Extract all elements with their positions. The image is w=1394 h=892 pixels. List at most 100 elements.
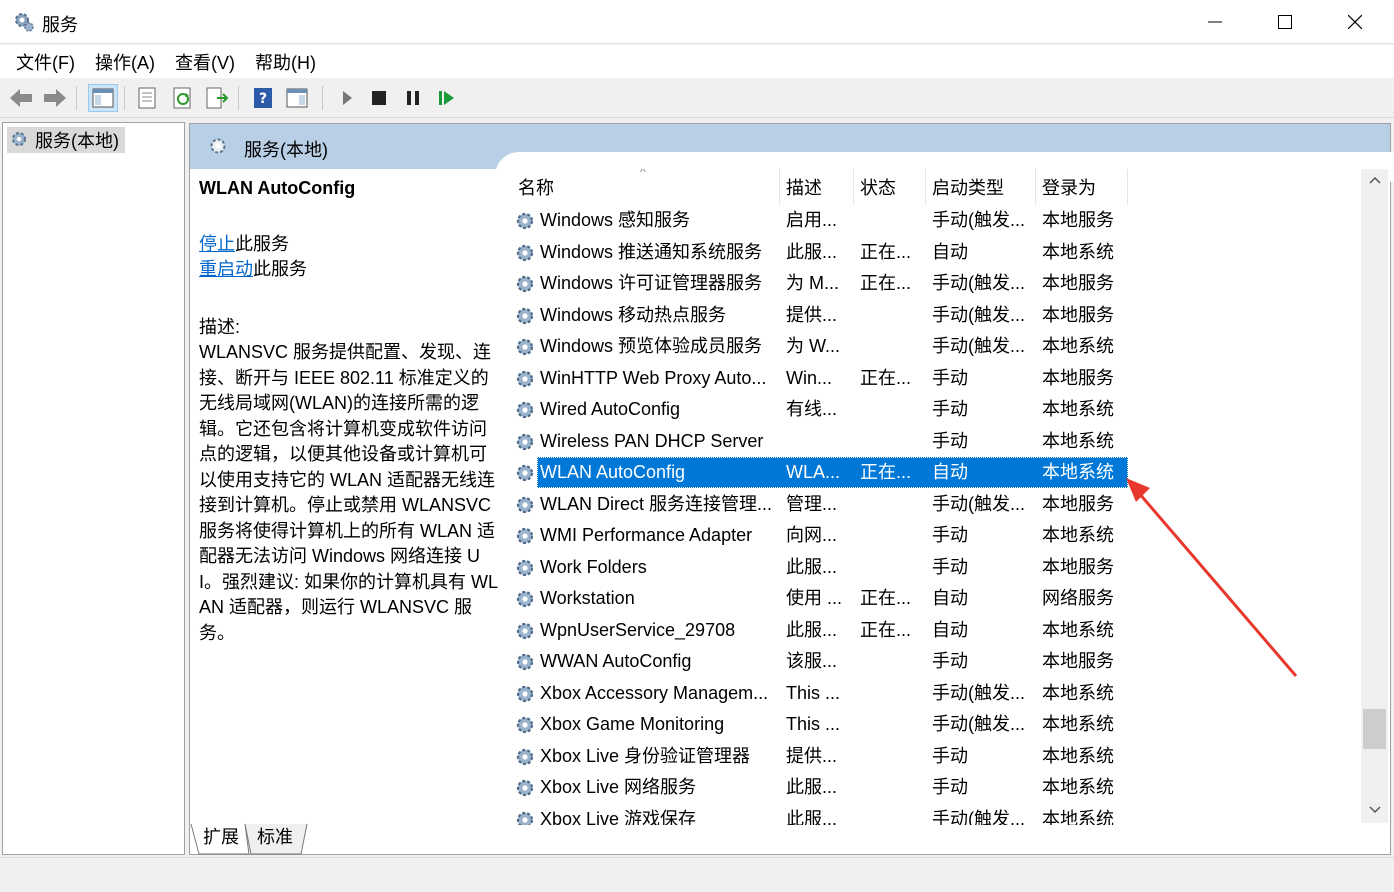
column-header-name[interactable]: 名称 ^	[512, 169, 780, 205]
description-label: 描述:	[199, 316, 241, 337]
service-gear-icon	[514, 305, 536, 332]
back-icon[interactable]	[6, 84, 36, 112]
service-gear-icon	[514, 777, 536, 804]
service-row[interactable]: Windows 推送通知系统服务 此服... 正在... 自动 本地系统	[512, 237, 1372, 268]
service-row[interactable]: Xbox Game Monitoring This ... 手动(触发... 本地系统	[512, 709, 1372, 740]
service-startup-cell: 手动	[932, 556, 968, 577]
service-desc-cell: Win...	[786, 367, 833, 388]
service-desc-cell: 该服...	[786, 651, 838, 671]
window-title: 服务	[42, 15, 78, 35]
help-icon[interactable]: ?	[248, 84, 278, 112]
gear-icon	[10, 130, 30, 155]
service-row[interactable]: Xbox Live 游戏保存 此服... 手动(触发... 本地系统	[512, 804, 1372, 826]
service-startup-cell: 手动(触发...	[932, 808, 1025, 826]
minimize-button[interactable]	[1180, 0, 1250, 44]
column-header-logon-as[interactable]: 登录为	[1036, 169, 1128, 205]
service-desc-cell: 使用 ...	[786, 588, 843, 608]
service-status-cell	[860, 331, 922, 362]
stop-service-icon[interactable]	[364, 84, 394, 112]
console-tree: 服务(本地)	[2, 122, 185, 855]
scroll-up-icon[interactable]	[1361, 169, 1388, 191]
service-status-cell	[860, 552, 922, 583]
service-startup-cell: 自动	[932, 619, 968, 640]
service-gear-icon	[514, 210, 536, 237]
service-row[interactable]: Windows 预览体验成员服务 为 W... 手动(触发... 本地系统	[512, 331, 1372, 362]
service-logon-cell: 本地系统	[1042, 430, 1114, 451]
service-logon-cell: 本地系统	[1042, 808, 1114, 826]
tree-item-services-local[interactable]: 服务(本地)	[7, 127, 125, 153]
service-logon-cell: 本地系统	[1042, 619, 1114, 640]
column-header-startup-type[interactable]: 启动类型	[926, 169, 1036, 205]
stop-service-link[interactable]: 停止	[199, 234, 235, 254]
service-status-cell	[860, 520, 922, 551]
restart-service-link[interactable]: 重启动	[199, 259, 253, 279]
menu-file[interactable]: 文件(F)	[8, 49, 83, 75]
service-status-cell	[860, 394, 922, 425]
service-name-cell: WMI Performance Adapter	[540, 525, 753, 545]
service-logon-cell: 本地系统	[1042, 399, 1114, 419]
service-startup-cell: 手动	[932, 430, 968, 451]
service-row[interactable]: Windows 许可证管理器服务 为 M... 正在... 手动(触发... 本地服务	[512, 268, 1372, 299]
menu-help[interactable]: 帮助(H)	[247, 49, 324, 75]
service-startup-cell: 手动(触发...	[932, 273, 1025, 293]
service-gear-icon	[514, 462, 536, 489]
service-status-cell: 正在...	[860, 241, 912, 262]
service-status-cell	[860, 205, 922, 236]
tab-extended[interactable]: 扩展	[197, 822, 245, 852]
service-row[interactable]: Xbox Live 网络服务 此服... 手动 本地系统	[512, 772, 1372, 803]
show-action-pane-icon[interactable]	[282, 84, 312, 112]
service-gear-icon	[514, 683, 536, 710]
service-status-cell: 正在...	[860, 367, 912, 388]
service-status-cell	[860, 300, 922, 331]
gear-icon	[208, 136, 230, 163]
service-name-cell: Windows 许可证管理器服务	[540, 273, 763, 293]
service-row[interactable]: Xbox Live 身份验证管理器 提供... 手动 本地系统	[512, 741, 1372, 772]
refresh-icon[interactable]	[168, 84, 198, 112]
service-startup-cell: 手动(触发...	[932, 714, 1025, 734]
properties-icon[interactable]	[132, 84, 162, 112]
menu-action[interactable]: 操作(A)	[87, 49, 163, 75]
service-desc-cell: 为 W...	[786, 336, 840, 356]
service-row[interactable]: Windows 移动热点服务 提供... 手动(触发... 本地服务	[512, 300, 1372, 331]
export-list-icon[interactable]	[202, 84, 232, 112]
show-hide-console-tree-icon[interactable]	[88, 84, 118, 112]
service-logon-cell: 本地系统	[1042, 714, 1114, 734]
column-header-status[interactable]: 状态	[854, 169, 926, 205]
selected-service-name: WLAN AutoConfig	[199, 178, 356, 198]
title-bar: 服务	[0, 0, 1394, 44]
service-desc-cell: 此服...	[786, 777, 838, 797]
service-desc-cell: 此服...	[786, 241, 838, 262]
column-header-description[interactable]: 描述	[780, 169, 854, 205]
forward-icon[interactable]	[40, 84, 70, 112]
service-gear-icon	[514, 494, 536, 521]
start-service-icon[interactable]	[332, 84, 362, 112]
service-desc-cell: This ...	[786, 714, 841, 734]
restart-service-icon[interactable]	[432, 84, 462, 112]
service-row[interactable]: Windows 感知服务 启用... 手动(触发... 本地服务	[512, 205, 1372, 236]
scroll-down-icon[interactable]	[1361, 799, 1388, 821]
service-row[interactable]: Wired AutoConfig 有线... 手动 本地系统	[512, 394, 1372, 425]
service-gear-icon	[514, 714, 536, 741]
service-logon-cell: 本地系统	[1042, 682, 1114, 703]
menu-view[interactable]: 查看(V)	[167, 49, 243, 75]
service-gear-icon	[514, 242, 536, 269]
service-row[interactable]: WinHTTP Web Proxy Auto... Win... 正在... 手动 本地…	[512, 363, 1372, 394]
service-desc-cell: 向网...	[786, 525, 838, 545]
service-startup-cell: 手动(触发...	[932, 304, 1025, 325]
tab-standard[interactable]: 标准	[251, 822, 299, 852]
close-button[interactable]	[1320, 0, 1390, 44]
service-startup-cell: 自动	[932, 588, 968, 608]
stop-suffix: 此服务	[235, 233, 289, 254]
service-status-cell	[860, 741, 922, 772]
service-desc-cell: This ...	[786, 682, 841, 703]
service-row[interactable]: Wireless PAN DHCP Server 手动 本地系统	[512, 426, 1372, 457]
maximize-button[interactable]	[1250, 0, 1320, 44]
service-status-cell	[860, 709, 922, 740]
service-logon-cell: 本地系统	[1042, 336, 1114, 356]
pause-service-icon[interactable]	[398, 84, 428, 112]
service-startup-cell: 自动	[932, 462, 968, 482]
vertical-scrollbar[interactable]	[1361, 169, 1388, 823]
service-logon-cell: 本地系统	[1042, 777, 1114, 797]
restart-suffix: 此服务	[253, 259, 307, 279]
scrollbar-thumb[interactable]	[1363, 709, 1386, 749]
